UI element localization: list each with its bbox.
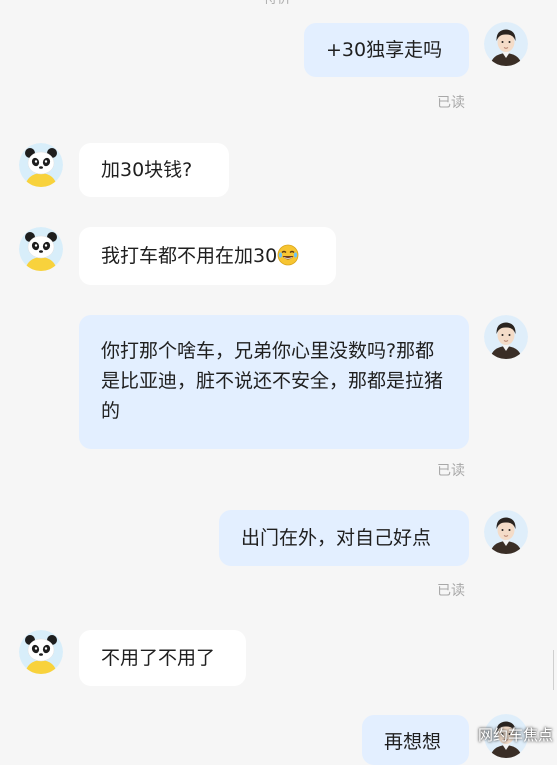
message-text: 出门在外，对自己好点 (241, 527, 432, 549)
young-man-avatar[interactable] (484, 510, 528, 554)
message-text: 你打那个啥车，兄弟你心里没数吗?那都是比亚迪，脏不说还不安全，那都是拉猪的 (101, 340, 444, 422)
message-bubble-incoming[interactable]: 加30块钱? (79, 143, 229, 197)
read-status: 已读 (437, 95, 465, 111)
panda-avatar[interactable] (19, 630, 63, 674)
message-bubble-outgoing[interactable]: 再想想 (362, 715, 469, 765)
message-text: 不用了不用了 (101, 647, 216, 669)
message-bubble-incoming[interactable]: 不用了不用了 (79, 630, 246, 686)
message-bubble-incoming[interactable]: 我打车都不用在加30 (79, 227, 336, 285)
read-status: 已读 (437, 463, 465, 479)
laughing-tears-emoji-icon (277, 244, 299, 266)
message-bubble-outgoing[interactable]: 出门在外，对自己好点 (219, 510, 469, 566)
message-text: 我打车都不用在加30 (101, 245, 278, 267)
panda-avatar[interactable] (19, 143, 63, 187)
watermark-text: 网约车焦点 (477, 726, 553, 744)
message-text: 再想想 (384, 731, 442, 753)
message-text: 加30块钱? (101, 159, 193, 181)
panda-avatar[interactable] (19, 227, 63, 271)
message-text: +30独享走吗 (326, 39, 443, 61)
message-bubble-outgoing[interactable]: +30独享走吗 (304, 23, 469, 77)
top-cropped-text: 特价 (252, 0, 302, 7)
young-man-avatar[interactable] (484, 22, 528, 66)
young-man-avatar[interactable] (484, 315, 528, 359)
read-status: 已读 (437, 583, 465, 599)
scroll-indicator (553, 650, 557, 690)
message-bubble-outgoing[interactable]: 你打那个啥车，兄弟你心里没数吗?那都是比亚迪，脏不说还不安全，那都是拉猪的 (79, 315, 469, 449)
